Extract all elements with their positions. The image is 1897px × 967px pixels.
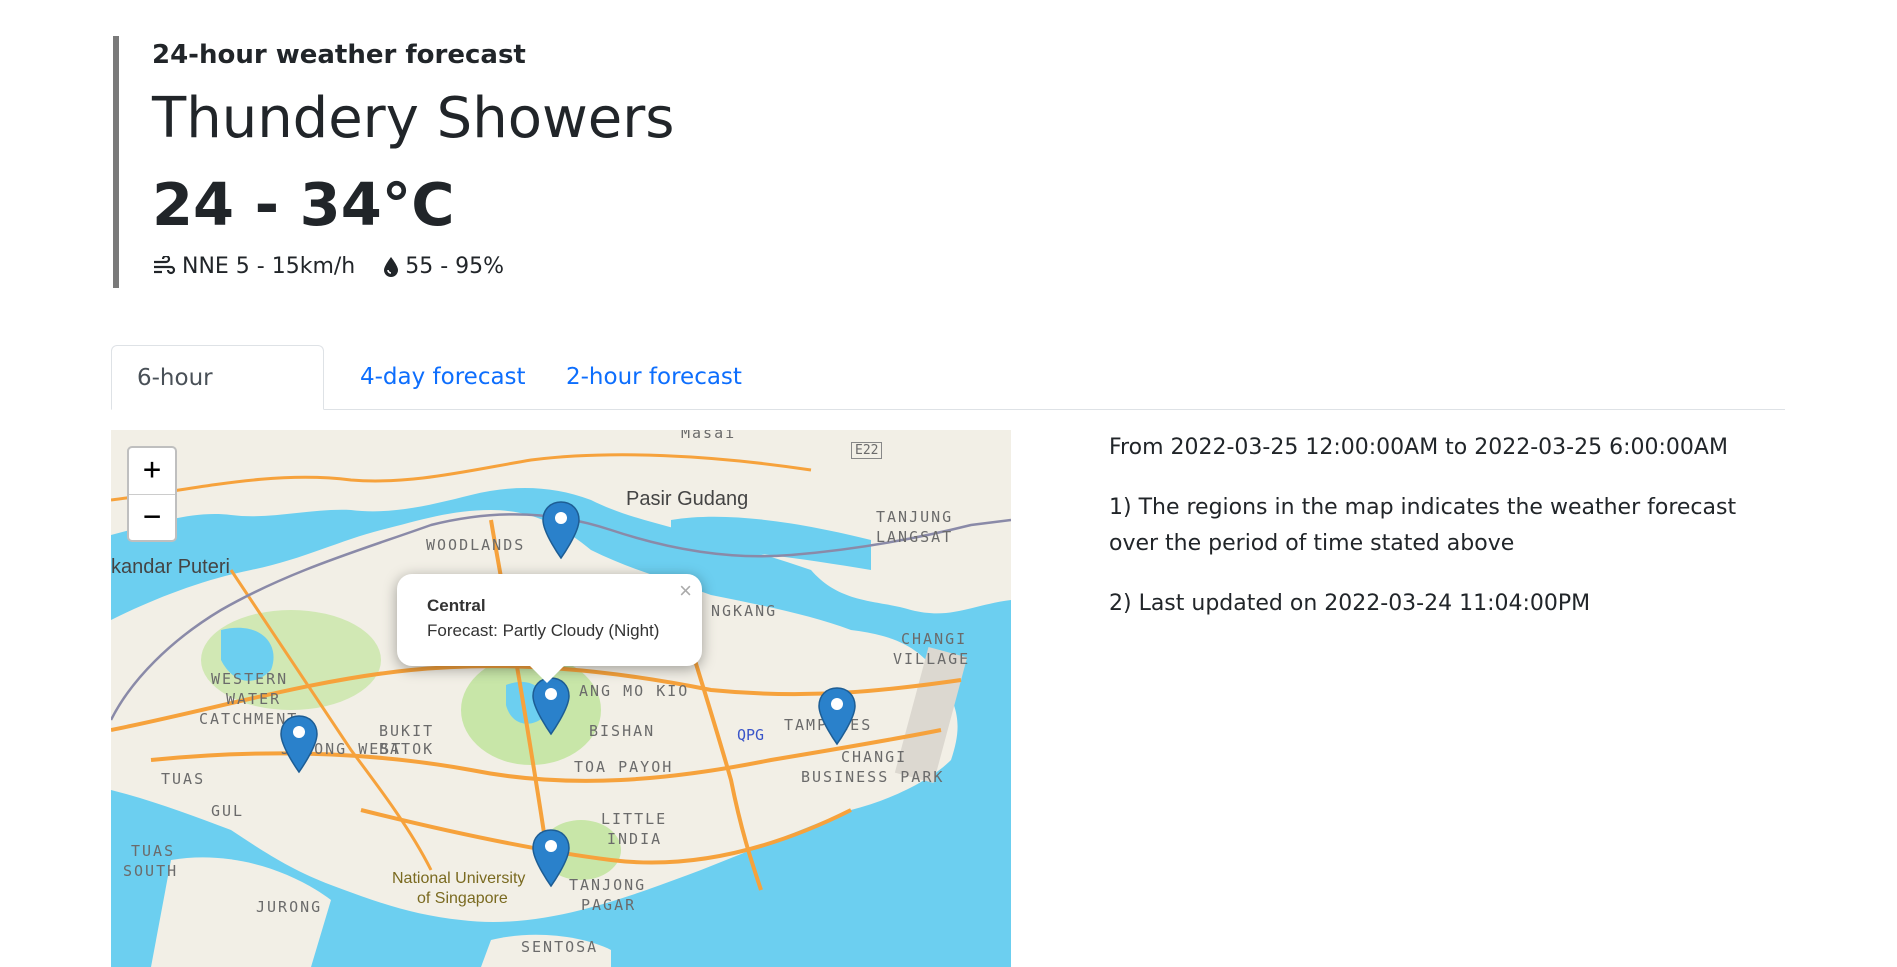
zoom-control: + − (127, 446, 177, 542)
popup-close-button[interactable]: × (679, 578, 692, 604)
forecast-meta: NNE 5 - 15km/h 55 - 95% (152, 254, 532, 279)
map-label: WOODLANDS (426, 536, 526, 554)
forecast-tabs: 6-hour forecast 4-day forecast 2-hour fo… (111, 345, 1785, 455)
map-label: TUAS (161, 770, 206, 788)
map-label: INDIA (607, 830, 663, 848)
map-label: BISHAN (589, 722, 656, 740)
map-label: TANJUNG (876, 508, 954, 526)
map-label: WESTERN (211, 670, 289, 688)
map-label: WATER (226, 690, 282, 708)
forecast-period: From 2022-03-25 12:00:00AM to 2022-03-25… (1109, 435, 1728, 460)
map-label: of Singapore (417, 890, 508, 907)
marker-west-pin-icon[interactable] (279, 714, 319, 774)
map-label: TANJONG (569, 876, 647, 894)
zoom-in-button[interactable]: + (129, 448, 175, 494)
popup-title: Central (427, 596, 486, 615)
map-label: TUAS (131, 842, 176, 860)
wind-text: NNE 5 - 15km/h (182, 254, 356, 279)
map-label: kandar Puteri (111, 556, 230, 578)
map-label: BUSINESS PARK (801, 768, 945, 786)
map-label: E22 (851, 442, 883, 459)
map-label: CHANGI (901, 630, 968, 648)
forecast-note-1: 1) The regions in the map indicates the … (1109, 495, 1737, 556)
map-label: PAGAR (581, 896, 637, 914)
map-label: TOA PAYOH (574, 758, 674, 776)
tab-6-hour-forecast[interactable]: 6-hour forecast (111, 345, 324, 455)
map-label: JURONG (256, 898, 323, 916)
forecast-map[interactable]: + − Masai E22 Pasir Gudang TANJUNG LANGS… (111, 430, 1011, 967)
forecast-note-2: 2) Last updated on 2022-03-24 11:04:00PM (1109, 591, 1591, 616)
temperature-range: 24 - 34°C (152, 170, 455, 239)
marker-north-pin-icon[interactable] (541, 500, 581, 560)
summary-kicker: 24-hour weather forecast (152, 40, 526, 70)
tab-2-hour-forecast[interactable]: 2-hour forecast (541, 345, 767, 409)
forecast-info: From 2022-03-25 12:00:00AM to 2022-03-25… (1109, 430, 1789, 646)
marker-central-pin-icon[interactable] (531, 676, 571, 736)
droplet-icon (384, 256, 399, 277)
wind-info: NNE 5 - 15km/h (152, 254, 355, 279)
map-label: ANG MO KIO (579, 682, 690, 700)
forecast-summary: 24-hour weather forecast Thundery Shower… (113, 36, 813, 288)
humidity-text: 55 - 95% (405, 254, 505, 279)
map-label: SENTOSA (521, 938, 599, 956)
popup-forecast: Forecast: Partly Cloudy (Night) (427, 621, 660, 640)
map-label: National University (392, 870, 526, 887)
zoom-out-button[interactable]: − (129, 494, 175, 540)
humidity-info: 55 - 95% (383, 254, 504, 279)
map-label: VILLAGE (893, 650, 971, 668)
map-label: NGKANG (711, 602, 778, 620)
map-label: Pasir Gudang (626, 488, 749, 510)
map-label: CHANGI (841, 748, 908, 766)
map-label: LANGSAT (876, 528, 954, 546)
map-popup: Central Forecast: Partly Cloudy (Night) … (397, 574, 702, 683)
wind-icon (154, 255, 176, 274)
forecast-condition: Thundery Showers (152, 86, 675, 151)
map-label: BUKIT (379, 722, 435, 740)
marker-south-pin-icon[interactable] (531, 828, 571, 888)
map-label: GUL (211, 802, 245, 820)
map-label: QPG (737, 726, 765, 744)
tab-4-day-forecast[interactable]: 4-day forecast (335, 345, 551, 409)
marker-east-pin-icon[interactable] (817, 686, 857, 746)
map-label: SOUTH (123, 862, 179, 880)
map-label: Masai (681, 430, 737, 442)
map-label: LITTLE (601, 810, 668, 828)
